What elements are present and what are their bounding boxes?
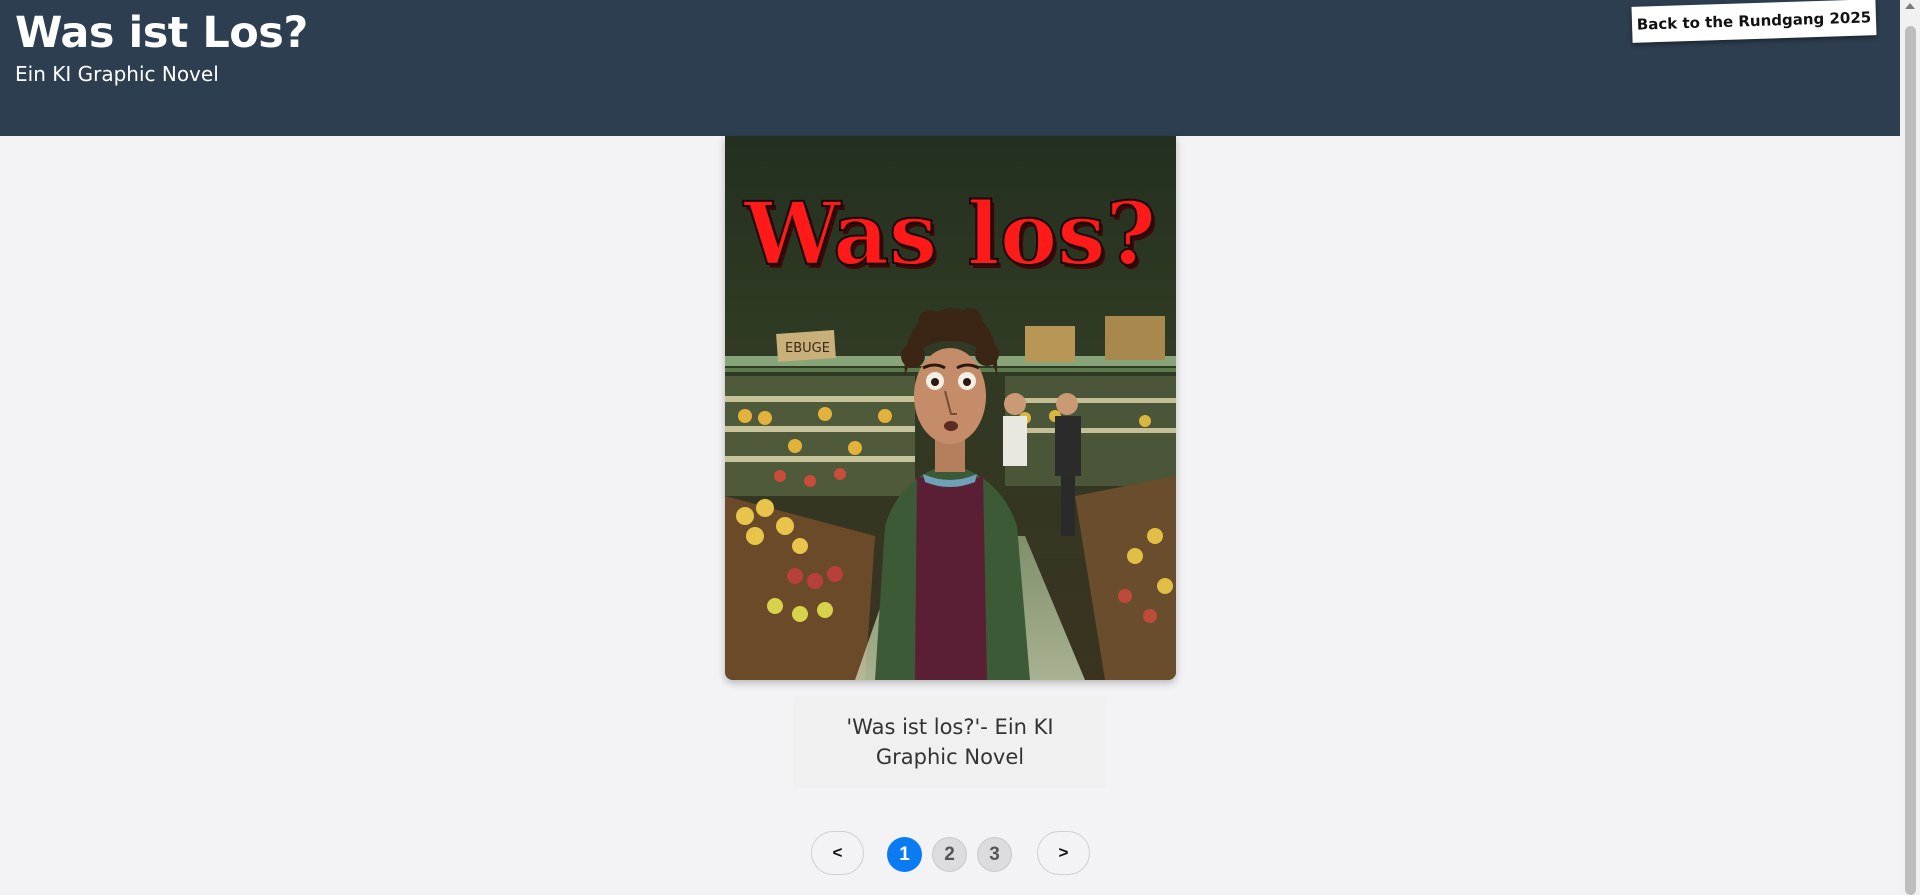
comic-cover-illustration: EBUGE Was los? Was los? <box>725 136 1176 680</box>
page-1-button[interactable]: 1 <box>887 837 922 872</box>
caption-text: 'Was ist los?'- Ein KI Graphic Novel <box>846 715 1054 769</box>
scroll-up-arrow-icon[interactable] <box>1905 3 1915 9</box>
next-page-button[interactable]: > <box>1037 831 1090 875</box>
page-3-button[interactable]: 3 <box>977 837 1012 872</box>
scrollbar-thumb[interactable] <box>1905 26 1916 895</box>
cover-caption: 'Was ist los?'- Ein KI Graphic Novel <box>793 696 1107 788</box>
site-header: Was ist Los? Ein KI Graphic Novel Back t… <box>0 0 1900 136</box>
page-2-button[interactable]: 2 <box>932 837 967 872</box>
store-sign-text: EBUGE <box>785 341 830 356</box>
page-title: Was ist Los? <box>15 8 308 58</box>
back-to-rundgang-button[interactable]: Back to the Rundgang 2025 <box>1631 0 1877 43</box>
page-subtitle: Ein KI Graphic Novel <box>15 62 219 86</box>
cover-title-art: Was los? <box>743 184 1156 285</box>
previous-page-button[interactable]: < <box>811 831 864 875</box>
vertical-scrollbar[interactable] <box>1900 0 1920 895</box>
comic-cover-image: EBUGE Was los? Was los? <box>725 136 1176 680</box>
